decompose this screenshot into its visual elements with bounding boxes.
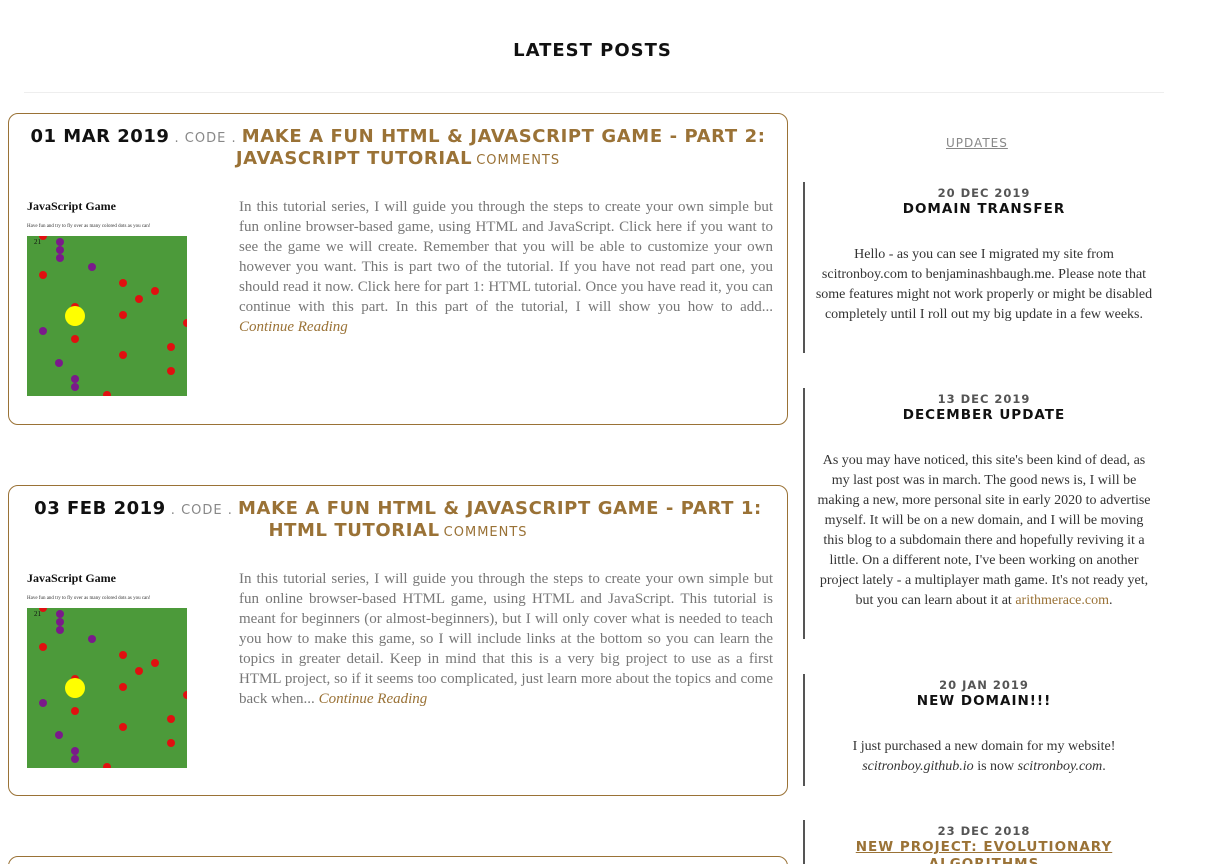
post-comments-link[interactable]: COMMENTS xyxy=(444,525,528,540)
update-item: 20 DEC 2019 DOMAIN TRANSFER Hello - as y… xyxy=(803,182,1163,353)
red-dot xyxy=(167,739,175,747)
separator: . xyxy=(169,131,185,146)
update-title: DOMAIN TRANSFER xyxy=(902,201,1066,217)
excerpt-text: In this tutorial series, I will guide yo… xyxy=(239,199,773,315)
red-dot xyxy=(119,351,127,359)
purple-dot xyxy=(71,375,79,383)
update-body: I just purchased a new domain for my web… xyxy=(805,737,1163,777)
purple-dot xyxy=(56,618,64,626)
continue-reading-link[interactable]: Continue Reading xyxy=(319,691,428,707)
update-body: Hello - as you can see I migrated my sit… xyxy=(815,247,1153,322)
update-title: NEW DOMAIN!!! xyxy=(916,693,1052,709)
post-thumbnail[interactable]: JavaScript Game Have fun and try to fly … xyxy=(27,571,189,773)
red-dot xyxy=(167,343,175,351)
red-dot xyxy=(103,763,111,768)
post-header: 03 FEB 2019 . CODE . MAKE A FUN HTML & J… xyxy=(19,499,777,543)
red-dot xyxy=(119,311,127,319)
update-text: As you may have noticed, this site's bee… xyxy=(817,453,1151,608)
post-comments-link[interactable]: COMMENTS xyxy=(476,153,560,168)
excerpt-text: In this tutorial series, I will guide yo… xyxy=(239,571,773,707)
purple-dot xyxy=(71,747,79,755)
red-dot xyxy=(151,287,159,295)
purple-dot xyxy=(39,327,47,335)
red-dot xyxy=(151,659,159,667)
post-date: 03 FEB 2019 xyxy=(34,498,166,519)
red-dot xyxy=(39,608,47,612)
arithmerace-link[interactable]: arithmerace.com xyxy=(1015,593,1109,608)
red-dot xyxy=(103,391,111,396)
red-dot xyxy=(119,651,127,659)
continue-reading-link[interactable]: Continue Reading xyxy=(239,319,348,335)
red-dot xyxy=(119,683,127,691)
update-date: 13 DEC 2019 xyxy=(937,392,1031,406)
red-dot xyxy=(39,643,47,651)
thumbnail-title: JavaScript Game xyxy=(27,199,116,213)
player-ball xyxy=(65,678,85,698)
purple-dot xyxy=(56,238,64,246)
post-thumbnail[interactable]: JavaScript Game Have fun and try to fly … xyxy=(27,199,189,401)
separator: . xyxy=(165,503,182,518)
purple-dot xyxy=(71,383,79,391)
thumbnail-title: JavaScript Game xyxy=(27,571,116,585)
red-dot xyxy=(167,367,175,375)
update-text-tail: . xyxy=(1108,593,1113,608)
post-header: 01 MAR 2019 . CODE . MAKE A FUN HTML & J… xyxy=(19,127,777,171)
game-field: 21 xyxy=(27,236,187,396)
post-card: 03 FEB 2019 . CODE . MAKE A FUN HTML & J… xyxy=(8,485,788,796)
update-body: As you may have noticed, this site's bee… xyxy=(805,451,1163,611)
tab-updates[interactable]: UPDATES xyxy=(946,136,1008,150)
purple-dot xyxy=(55,359,63,367)
red-dot xyxy=(183,691,187,699)
red-dot xyxy=(71,335,79,343)
update-text-tail: . xyxy=(1102,759,1106,774)
red-dot xyxy=(119,723,127,731)
red-dot xyxy=(135,295,143,303)
purple-dot xyxy=(56,246,64,254)
post-card: 01 MAR 2019 . CODE . MAKE A FUN HTML & J… xyxy=(8,113,788,425)
update-title-link[interactable]: NEW PROJECT: EVOLUTIONARY ALGORITHMS xyxy=(805,839,1163,864)
red-dot xyxy=(135,667,143,675)
post-category-link[interactable]: CODE xyxy=(181,503,223,518)
update-item: 23 DEC 2018 NEW PROJECT: EVOLUTIONARY AL… xyxy=(803,820,1163,864)
new-domain: scitronboy.com xyxy=(1017,759,1103,774)
post-date: 01 MAR 2019 xyxy=(30,126,170,147)
purple-dot xyxy=(88,635,96,643)
update-item: 20 JAN 2019 NEW DOMAIN!!! I just purchas… xyxy=(803,674,1163,786)
red-dot xyxy=(39,236,47,240)
post-excerpt: In this tutorial series, I will guide yo… xyxy=(239,569,773,709)
purple-dot xyxy=(55,731,63,739)
separator: . xyxy=(222,503,239,518)
red-dot xyxy=(167,715,175,723)
purple-dot xyxy=(39,699,47,707)
update-title: DECEMBER UPDATE xyxy=(902,407,1066,423)
red-dot xyxy=(119,279,127,287)
update-date: 20 JAN 2019 xyxy=(939,678,1029,692)
purple-dot xyxy=(56,626,64,634)
post-card xyxy=(8,856,788,864)
purple-dot xyxy=(56,254,64,262)
game-field: 21 xyxy=(27,608,187,768)
separator: . xyxy=(226,131,242,146)
red-dot xyxy=(39,271,47,279)
thumbnail-subtitle: Have fun and try to fly over as many col… xyxy=(27,596,151,601)
header-divider xyxy=(24,92,1164,93)
post-excerpt: In this tutorial series, I will guide yo… xyxy=(239,197,773,337)
old-domain: scitronboy.github.io xyxy=(862,759,974,774)
update-date: 23 DEC 2018 xyxy=(937,824,1031,838)
post-category-link[interactable]: CODE xyxy=(185,131,227,146)
purple-dot xyxy=(56,610,64,618)
update-item: 13 DEC 2019 DECEMBER UPDATE As you may h… xyxy=(803,388,1163,639)
red-dot xyxy=(71,707,79,715)
update-text-mid: is now xyxy=(973,759,1018,774)
purple-dot xyxy=(88,263,96,271)
update-text: I just purchased a new domain for my web… xyxy=(852,739,1116,754)
red-dot xyxy=(183,319,187,327)
purple-dot xyxy=(71,755,79,763)
page-title: LATEST POSTS xyxy=(513,40,672,61)
update-date: 20 DEC 2019 xyxy=(937,186,1031,200)
player-ball xyxy=(65,306,85,326)
thumbnail-subtitle: Have fun and try to fly over as many col… xyxy=(27,224,151,229)
